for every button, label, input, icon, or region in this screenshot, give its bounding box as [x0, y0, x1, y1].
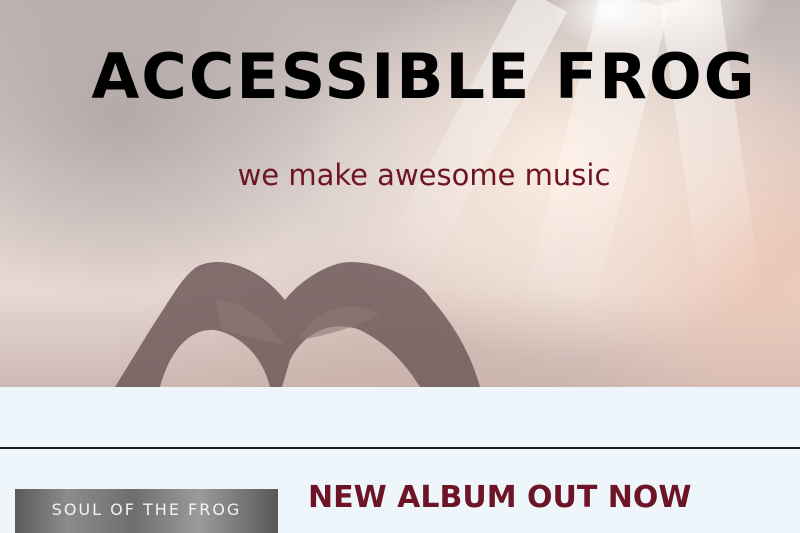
album-cover-title: SOUL OF THE FROG: [51, 500, 242, 519]
hero-banner: ACCESSIBLE FROG we make awesome music: [0, 0, 800, 387]
album-cover-image[interactable]: SOUL OF THE FROG: [15, 489, 278, 533]
section-divider: [0, 447, 800, 449]
news-heading: NEW ALBUM OUT NOW: [308, 480, 692, 515]
site-title: ACCESSIBLE FROG: [91, 40, 757, 113]
site-tagline: we make awesome music: [237, 158, 611, 192]
